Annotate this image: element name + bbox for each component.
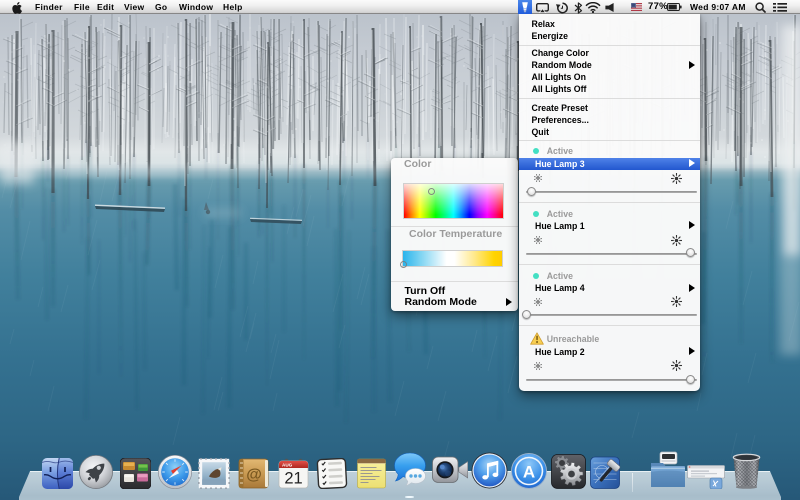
svg-text:@: @	[246, 466, 262, 483]
svg-text:21: 21	[284, 469, 302, 487]
svg-text:AUG: AUG	[282, 462, 293, 467]
svg-text:A: A	[523, 462, 535, 481]
